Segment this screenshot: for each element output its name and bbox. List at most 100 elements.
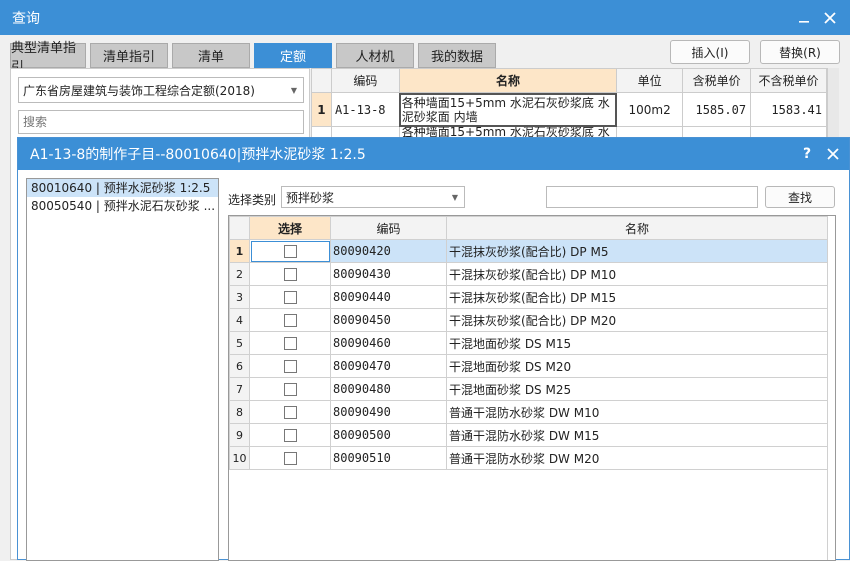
vertical-scrollbar[interactable]	[827, 216, 835, 560]
table-row[interactable]: 6 80090470 干混地面砂浆 DS M20	[229, 354, 828, 378]
category-label: 选择类别	[228, 193, 277, 207]
chevron-down-icon: ▼	[290, 86, 297, 95]
checkbox[interactable]	[283, 314, 297, 327]
unit-header: 单位	[616, 68, 684, 93]
vertical-scrollbar[interactable]	[827, 68, 839, 138]
row-name: 干混地面砂浆 DS M20	[446, 354, 828, 378]
row-number: 10	[229, 446, 250, 470]
select-cell[interactable]	[249, 262, 331, 286]
insert-button[interactable]: 插入(I)	[670, 40, 750, 64]
row-number: 8	[229, 400, 250, 424]
row-number: 9	[229, 423, 250, 447]
row-number: 4	[229, 308, 250, 332]
row-number: 3	[229, 285, 250, 309]
table-row[interactable]: 7 80090480 干混地面砂浆 DS M25	[229, 377, 828, 401]
table-row[interactable]: 1 A1-13-8 各种墙面15+5mm 水泥石灰砂浆底 水泥砂浆面 内墙 10…	[311, 92, 827, 127]
quota-library-select[interactable]: 广东省房屋建筑与装饰工程综合定额(2018) ▼	[18, 77, 304, 103]
dialog-title-bar: A1-13-8的制作子目--80010640|预拌水泥砂浆 1:2.5 ?	[18, 138, 849, 170]
row-name: 干混抹灰砂浆(配合比) DP M10	[446, 262, 828, 286]
checkbox[interactable]	[283, 452, 297, 465]
quota-table: 编码 名称 单位 含税单价 不含税单价 1 A1-13-8 各种墙面15+5mm…	[311, 68, 827, 148]
tab-labor-material-machine[interactable]: 人材机	[336, 43, 414, 68]
row-code: 80090470	[330, 354, 447, 378]
table-row[interactable]: 5 80090460 干混地面砂浆 DS M15	[229, 331, 828, 355]
row-number: 5	[229, 331, 250, 355]
list-item[interactable]: 80010640 | 预拌水泥砂浆 1:2.5	[27, 179, 218, 197]
row-code: 80090440	[330, 285, 447, 309]
quota-library-value: 广东省房屋建筑与装饰工程综合定额(2018)	[23, 83, 255, 98]
window-title: 查询	[12, 10, 40, 27]
close-icon[interactable]	[818, 6, 842, 30]
select-cell[interactable]	[249, 400, 331, 424]
tax-price-header: 含税单价	[682, 68, 752, 93]
checkbox[interactable]	[283, 383, 297, 396]
tab-typical-list-guide[interactable]: 典型清单指引	[10, 41, 86, 75]
close-icon[interactable]	[821, 142, 845, 166]
table-row[interactable]: 4 80090450 干混抹灰砂浆(配合比) DP M20	[229, 308, 828, 332]
material-list: 80010640 | 预拌水泥砂浆 1:2.5 80050540 | 预拌水泥石…	[26, 178, 219, 561]
list-item[interactable]: 80050540 | 预拌水泥石灰砂浆 ...	[27, 197, 218, 215]
category-select[interactable]: 预拌砂浆 ▼	[281, 186, 465, 208]
checkbox[interactable]	[283, 291, 297, 304]
checkbox[interactable]	[283, 268, 297, 281]
minimize-icon[interactable]	[792, 6, 816, 30]
row-number: 6	[229, 354, 250, 378]
select-cell[interactable]	[249, 423, 331, 447]
table-row[interactable]: 9 80090500 普通干混防水砂浆 DW M15	[229, 423, 828, 447]
code-header: 编码	[330, 216, 447, 240]
row-tax-price: 1585.07	[682, 92, 752, 127]
replace-button[interactable]: 替换(R)	[760, 40, 840, 64]
row-number-header	[229, 216, 250, 240]
row-code: 80090430	[330, 262, 447, 286]
tab-list[interactable]: 清单	[172, 43, 250, 68]
dialog-search-input[interactable]	[546, 186, 758, 208]
row-name: 普通干混防水砂浆 DW M15	[446, 423, 828, 447]
row-name: 普通干混防水砂浆 DW M20	[446, 446, 828, 470]
select-cell[interactable]	[249, 285, 331, 309]
row-number: 7	[229, 377, 250, 401]
row-name: 普通干混防水砂浆 DW M10	[446, 400, 828, 424]
row-name: 干混地面砂浆 DS M25	[446, 377, 828, 401]
tab-my-data[interactable]: 我的数据	[418, 43, 496, 68]
tab-list-guide[interactable]: 清单指引	[90, 43, 168, 68]
table-row[interactable]: 8 80090490 普通干混防水砂浆 DW M10	[229, 400, 828, 424]
table-row[interactable]: 2 80090430 干混抹灰砂浆(配合比) DP M10	[229, 262, 828, 286]
row-code: 80090420	[330, 239, 447, 263]
select-header: 选择	[249, 216, 331, 240]
row-code: 80090500	[330, 423, 447, 447]
select-cell[interactable]	[249, 377, 331, 401]
code-header: 编码	[330, 68, 400, 93]
row-number: 2	[229, 262, 250, 286]
checkbox[interactable]	[283, 245, 297, 258]
row-code: A1-13-8	[330, 92, 400, 127]
sub-item-dialog: A1-13-8的制作子目--80010640|预拌水泥砂浆 1:2.5 ? 80…	[17, 137, 850, 561]
checkbox[interactable]	[283, 360, 297, 373]
row-name[interactable]: 各种墙面15+5mm 水泥石灰砂浆底 水泥砂浆面 内墙	[398, 92, 618, 127]
chevron-down-icon: ▼	[451, 193, 458, 202]
checkbox[interactable]	[283, 337, 297, 350]
row-code: 80090450	[330, 308, 447, 332]
select-cell[interactable]	[249, 308, 331, 332]
row-code: 80090510	[330, 446, 447, 470]
table-row[interactable]: 10 80090510 普通干混防水砂浆 DW M20	[229, 446, 828, 470]
table-row[interactable]: 1 80090420 干混抹灰砂浆(配合比) DP M5	[229, 239, 828, 263]
checkbox[interactable]	[283, 406, 297, 419]
notax-price-header: 不含税单价	[750, 68, 827, 93]
row-code: 80090460	[330, 331, 447, 355]
checkbox[interactable]	[283, 429, 297, 442]
find-button[interactable]: 查找	[765, 186, 835, 208]
help-icon[interactable]: ?	[795, 142, 819, 166]
select-cell[interactable]	[249, 331, 331, 355]
select-cell[interactable]	[249, 239, 331, 263]
dialog-title: A1-13-8的制作子目--80010640|预拌水泥砂浆 1:2.5	[30, 147, 366, 163]
row-code: 80090490	[330, 400, 447, 424]
row-number: 1	[311, 92, 332, 127]
search-input[interactable]	[18, 110, 304, 134]
table-row[interactable]: 3 80090440 干混抹灰砂浆(配合比) DP M15	[229, 285, 828, 309]
row-code: 80090480	[330, 377, 447, 401]
tab-quota[interactable]: 定额	[254, 43, 332, 68]
row-number: 1	[229, 239, 250, 263]
select-cell[interactable]	[249, 446, 331, 470]
select-cell[interactable]	[249, 354, 331, 378]
row-name: 干混抹灰砂浆(配合比) DP M5	[446, 239, 828, 263]
